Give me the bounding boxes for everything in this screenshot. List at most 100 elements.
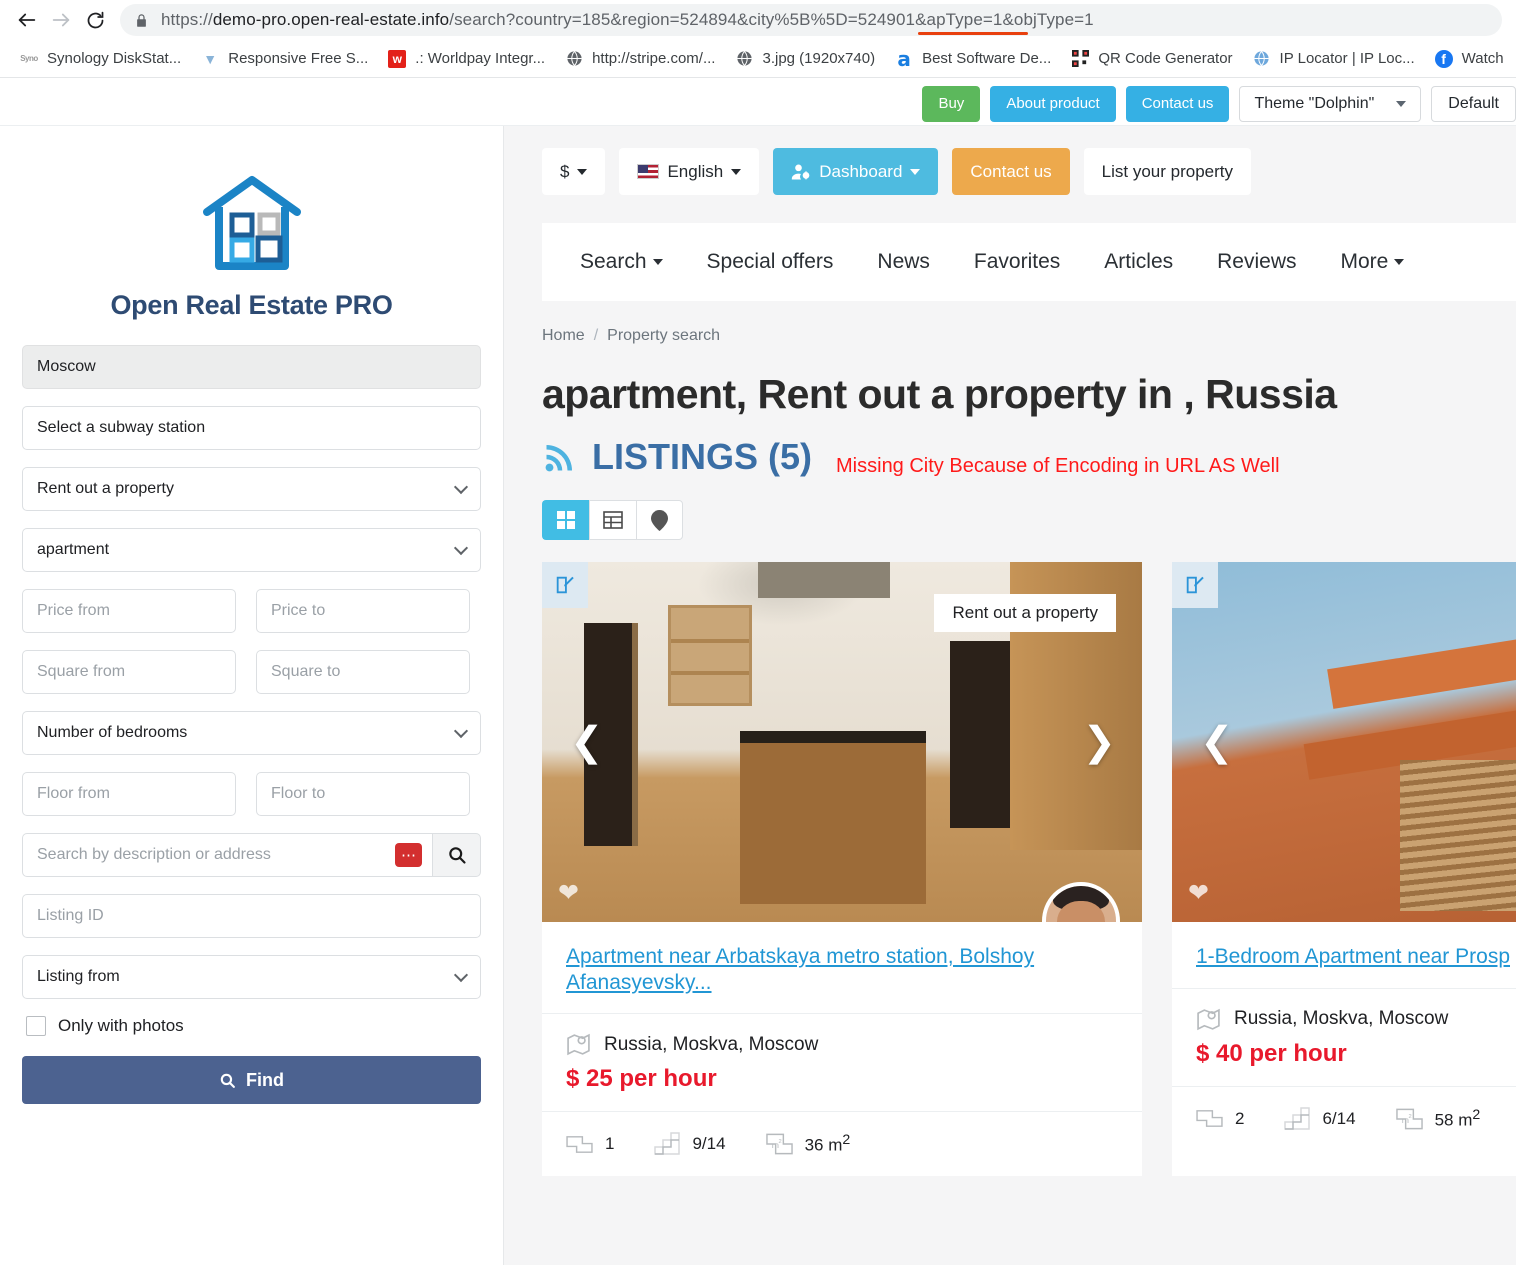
listing-image[interactable]: Rent out a property ❮ ❯ ❤: [542, 562, 1142, 922]
map-location-icon: [566, 1032, 591, 1057]
page-title: apartment, Rent out a property in , Russ…: [542, 371, 1337, 417]
bookmark-item[interactable]: http://stripe.com/...: [555, 46, 725, 72]
contact-us-button-top[interactable]: Contact us: [1125, 85, 1230, 122]
chevron-down-icon: [731, 168, 742, 175]
nav-item-news[interactable]: News: [877, 250, 930, 274]
grid-view-button[interactable]: [542, 500, 589, 540]
carousel-next-button[interactable]: ❯: [1082, 722, 1116, 762]
deal-type-select[interactable]: Rent out a property: [22, 467, 481, 511]
forward-button[interactable]: [44, 3, 78, 37]
bookmark-item[interactable]: Syno Synology DiskStat...: [10, 46, 191, 72]
map-view-button[interactable]: [636, 500, 683, 540]
nav-item-search[interactable]: Search: [580, 250, 663, 274]
reload-button[interactable]: [78, 3, 112, 37]
map-location-icon: [1196, 1007, 1221, 1032]
currency-select[interactable]: $: [542, 148, 606, 195]
facebook-icon: f: [1434, 49, 1453, 68]
table-icon: [603, 511, 623, 529]
view-toggle-group: [542, 500, 1516, 540]
bookmark-item[interactable]: QR Code Generator: [1061, 46, 1242, 72]
edit-icon: [556, 576, 574, 594]
description-input[interactable]: Search by description or address ⋯: [22, 833, 433, 877]
chevron-down-icon: [453, 479, 469, 495]
square-from-input[interactable]: Square from: [22, 650, 236, 694]
subway-station-input[interactable]: Select a subway station: [22, 406, 481, 450]
password-manager-icon[interactable]: ⋯: [395, 843, 422, 867]
contact-us-button[interactable]: Contact us: [952, 148, 1070, 195]
us-flag-icon: [637, 164, 660, 179]
city-input[interactable]: Moscow: [22, 345, 481, 389]
square-range-row: Square from Square to: [22, 650, 481, 711]
bookmark-item[interactable]: w.: Worldpay Integr...: [378, 46, 555, 72]
carousel-prev-button[interactable]: ❮: [570, 722, 604, 762]
price-from-input[interactable]: Price from: [22, 589, 236, 633]
dashboard-button[interactable]: Dashboard: [773, 148, 939, 195]
only-with-photos-row[interactable]: Only with photos: [26, 1016, 481, 1036]
chevron-down-icon: [577, 168, 588, 175]
search-icon: [220, 1073, 235, 1088]
language-select[interactable]: English: [619, 148, 760, 195]
only-with-photos-checkbox[interactable]: [26, 1016, 46, 1036]
listing-id-input[interactable]: Listing ID: [22, 894, 481, 938]
nav-item-more[interactable]: More: [1341, 250, 1405, 274]
listing-price: $ 25 per hour: [542, 1057, 1142, 1113]
breadcrumb-current: Property search: [607, 327, 721, 344]
edit-listing-button[interactable]: [542, 562, 588, 608]
bookmark-item[interactable]: f Watch: [1425, 46, 1514, 72]
list-your-property-button[interactable]: List your property: [1083, 148, 1252, 195]
favorite-heart-icon[interactable]: ❤: [1188, 881, 1209, 906]
listing-specs: 2 6/14 m2 58 m2: [1172, 1087, 1516, 1151]
globe-icon: [565, 50, 583, 68]
listing-card[interactable]: ❮ ❤ 1-Bedroom Apartment near Prosp Russi…: [1172, 562, 1516, 1177]
find-button[interactable]: Find: [22, 1056, 481, 1104]
main-content: $ English Dashboard Contact us List your…: [504, 126, 1516, 1265]
bookmarks-bar: Syno Synology DiskStat... ▼ Responsive Fre…: [0, 40, 1516, 78]
default-button[interactable]: Default: [1431, 85, 1516, 122]
chevron-down-icon: [1394, 259, 1405, 265]
bookmark-item[interactable]: IP Locator | IP Loc...: [1243, 46, 1425, 72]
listing-from-select[interactable]: Listing from: [22, 955, 481, 999]
annotation-text: Missing City Because of Encoding in URL …: [836, 454, 1280, 477]
favorite-heart-icon[interactable]: ❤: [558, 881, 579, 906]
floor-to-input[interactable]: Floor to: [256, 772, 470, 816]
price-to-input[interactable]: Price to: [256, 589, 470, 633]
floor-icon: [1284, 1106, 1311, 1131]
rss-icon: [545, 445, 572, 472]
bookmark-item[interactable]: 3.jpg (1920x740): [725, 46, 885, 72]
about-product-button[interactable]: About product: [990, 85, 1116, 122]
nav-item-special-offers[interactable]: Special offers: [707, 250, 834, 274]
listing-card[interactable]: Rent out a property ❮ ❯ ❤ Apartment near…: [542, 562, 1142, 1177]
square-to-input[interactable]: Square to: [256, 650, 470, 694]
brand-title: Open Real Estate PRO: [110, 290, 393, 320]
breadcrumb-home[interactable]: Home: [542, 327, 585, 345]
nav-item-reviews[interactable]: Reviews: [1217, 250, 1296, 274]
search-submit-button[interactable]: [433, 833, 481, 877]
listing-image[interactable]: ❮ ❤: [1172, 562, 1516, 922]
site-header-toolbar: $ English Dashboard Contact us List your…: [504, 126, 1516, 195]
listing-title-link[interactable]: 1-Bedroom Apartment near Prosp: [1172, 922, 1516, 989]
buy-button[interactable]: Buy: [922, 85, 981, 122]
listing-area: 36 m2: [804, 1132, 851, 1156]
edit-listing-button[interactable]: [1172, 562, 1218, 608]
bookmark-item[interactable]: ▼ Responsive Free S...: [191, 46, 378, 72]
nav-item-articles[interactable]: Articles: [1104, 250, 1173, 274]
grid-icon: [557, 511, 575, 529]
table-view-button[interactable]: [589, 500, 636, 540]
address-bar[interactable]: https://demo-pro.open-real-estate.info/s…: [120, 4, 1502, 36]
responsive-icon: ▼: [203, 50, 218, 67]
nav-item-favorites[interactable]: Favorites: [974, 250, 1060, 274]
browser-chrome: https://demo-pro.open-real-estate.info/s…: [0, 0, 1516, 78]
carousel-prev-button[interactable]: ❮: [1200, 722, 1234, 762]
object-type-select[interactable]: apartment: [22, 528, 481, 572]
description-search-row: Search by description or address ⋯: [22, 833, 481, 877]
rooms-icon: [566, 1133, 593, 1156]
bedrooms-select[interactable]: Number of bedrooms: [22, 711, 481, 755]
floor-from-input[interactable]: Floor from: [22, 772, 236, 816]
user-gear-icon: [792, 164, 810, 180]
bookmark-item[interactable]: a Best Software De...: [885, 46, 1061, 72]
listing-title-link[interactable]: Apartment near Arbatskaya metro station,…: [542, 922, 1142, 1015]
back-button[interactable]: [10, 3, 44, 37]
theme-select[interactable]: Theme "Dolphin": [1239, 85, 1422, 122]
chevron-down-icon: [1396, 100, 1407, 107]
listing-floor: 6/14: [1322, 1108, 1356, 1128]
